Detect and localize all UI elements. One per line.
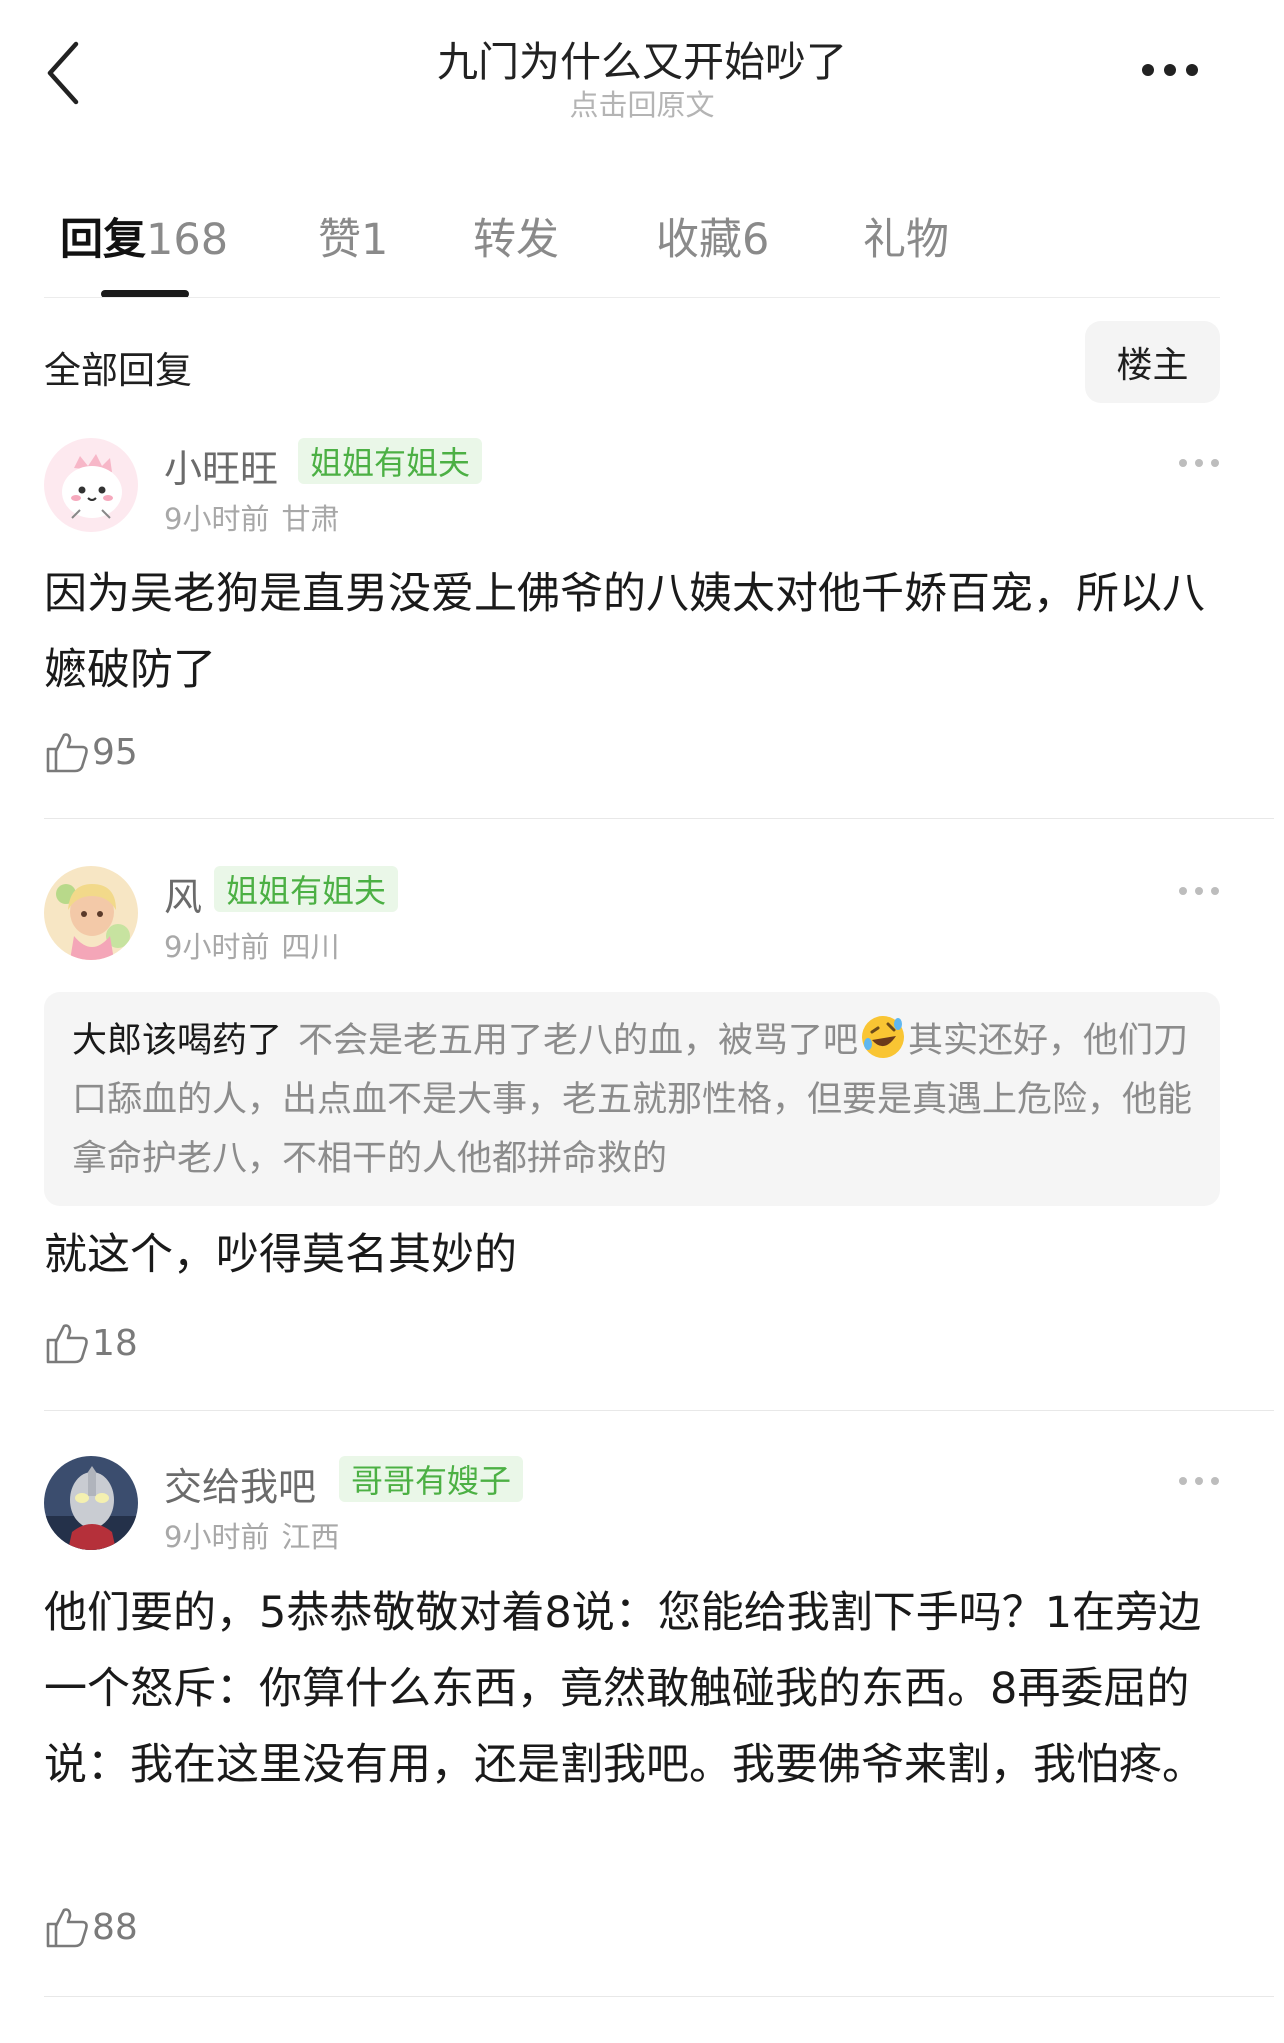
- like-button[interactable]: 18: [44, 1318, 138, 1368]
- comment-location: 甘肃: [281, 502, 340, 536]
- avatar[interactable]: [44, 1456, 138, 1550]
- comment-meta: 9小时前 江西: [164, 1514, 339, 1556]
- tab-reposts[interactable]: 转发: [473, 205, 559, 267]
- comment-username[interactable]: 交给我吧: [164, 1456, 316, 1511]
- comment-meta: 9小时前 甘肃: [164, 496, 339, 538]
- more-options-icon[interactable]: [1140, 62, 1200, 78]
- rofl-emoji-icon: [862, 1016, 905, 1058]
- quoted-reply[interactable]: 大郎该喝药了 不会是老五用了老八的血，被骂了吧 其实还好，他们刀口舔血的人，出点血…: [44, 992, 1220, 1206]
- comment-time: 9小时前: [164, 502, 270, 536]
- comment-divider: [44, 1996, 1274, 1997]
- comment-location: 四川: [281, 930, 340, 964]
- comment-more-icon[interactable]: [1178, 886, 1220, 896]
- thumbs-up-icon: [46, 733, 88, 773]
- dinosaur-avatar-icon: [44, 438, 138, 532]
- comment-meta: 9小时前 四川: [164, 924, 339, 966]
- comment-time: 9小时前: [164, 930, 270, 964]
- like-count: 88: [92, 1906, 138, 1948]
- like-button[interactable]: 88: [44, 1902, 138, 1952]
- user-badge: 姐姐有姐夫: [298, 438, 483, 484]
- comment-text: 因为吴老狗是直男没爱上佛爷的八姨太对他千娇百宠，所以八嬷破防了: [44, 569, 1205, 695]
- page-title: 九门为什么又开始吵了: [437, 38, 847, 86]
- comment-text: 就这个，吵得莫名其妙的: [44, 1230, 517, 1280]
- tab-gifts[interactable]: 礼物: [863, 205, 949, 267]
- like-button[interactable]: 95: [44, 727, 138, 777]
- tab-favorites[interactable]: 收藏6: [656, 205, 769, 267]
- tab-replies[interactable]: 回复168: [60, 205, 228, 267]
- tab-label: 赞: [318, 215, 361, 265]
- comment-more-icon[interactable]: [1178, 1476, 1220, 1486]
- thumbs-up-icon: [46, 1908, 88, 1948]
- comment-username[interactable]: 小旺旺: [164, 438, 278, 493]
- all-replies-heading: 全部回复: [44, 349, 192, 392]
- comment-more-icon[interactable]: [1178, 458, 1220, 468]
- back-to-original-link[interactable]: 点击回原文: [0, 82, 1284, 124]
- tab-label: 转发: [473, 215, 559, 265]
- tab-count: 6: [742, 215, 770, 265]
- tab-count: 1: [361, 215, 389, 265]
- like-count: 95: [92, 731, 138, 773]
- comment-divider: [44, 818, 1274, 819]
- tab-likes[interactable]: 赞1: [318, 205, 388, 267]
- ultraman-avatar-icon: [44, 1456, 138, 1550]
- op-only-filter-button[interactable]: 楼主: [1085, 321, 1220, 403]
- quoted-text-part1: 不会是老五用了老八的血，被骂了吧: [298, 1021, 859, 1061]
- quoted-username: 大郎该喝药了: [72, 1021, 283, 1061]
- tab-label: 礼物: [863, 215, 949, 265]
- tab-count: 168: [146, 215, 229, 265]
- like-count: 18: [92, 1322, 138, 1364]
- thumbs-up-icon: [46, 1324, 88, 1364]
- comment-time: 9小时前: [164, 1520, 270, 1554]
- user-badge: 姐姐有姐夫: [214, 866, 399, 912]
- avatar[interactable]: [44, 866, 138, 960]
- tab-label: 回复: [60, 215, 146, 265]
- comment-text: 他们要的，5恭恭敬敬对着8说：您能给我割下手吗？1在旁边一个怒斥：你算什么东西，…: [44, 1588, 1205, 1790]
- tab-label: 收藏: [656, 215, 742, 265]
- comment-divider: [44, 1410, 1274, 1411]
- comment-location: 江西: [281, 1520, 340, 1554]
- user-badge: 哥哥有嫂子: [339, 1456, 524, 1502]
- anime-girl-avatar-icon: [44, 866, 138, 960]
- avatar[interactable]: [44, 438, 138, 532]
- tabs-divider: [44, 297, 1220, 298]
- comment-username[interactable]: 风: [164, 866, 202, 921]
